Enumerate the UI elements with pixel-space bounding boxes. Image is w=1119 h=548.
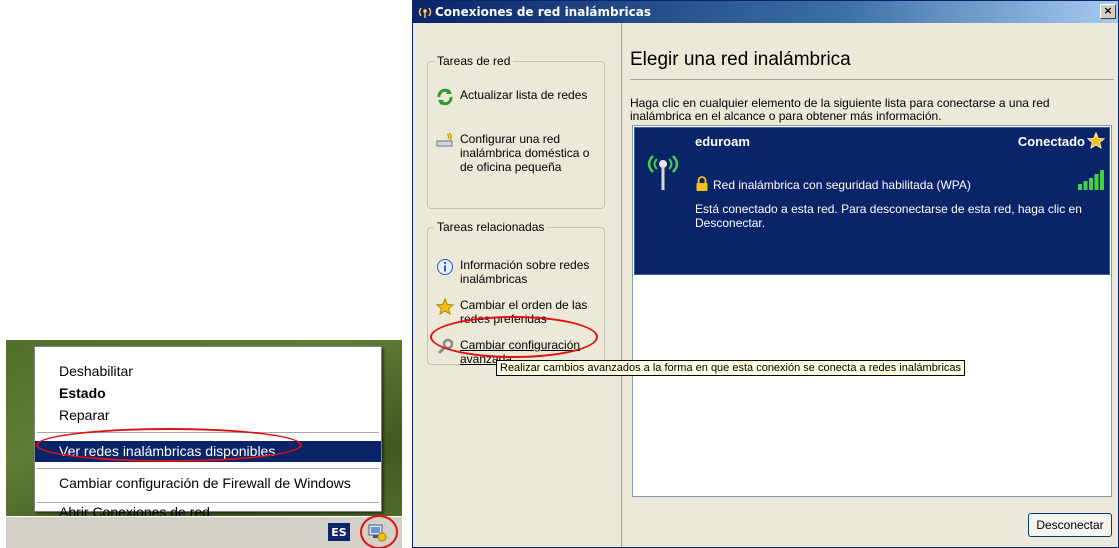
task-label: Actualizar lista de redes [460, 88, 588, 102]
desktop-background: Deshabilitar Estado Reparar Ver redes in… [6, 340, 402, 548]
setup-wireless-network-task[interactable]: Configurar una red inalámbrica doméstica… [436, 132, 602, 174]
language-indicator[interactable]: ES [328, 523, 350, 541]
network-ssid: eduroam [695, 134, 750, 149]
lock-icon [696, 176, 708, 191]
wireless-connections-window: Conexiones de red inalámbricas × Tareas … [412, 0, 1119, 548]
advanced-settings-tooltip: Realizar cambios avanzados a la forma en… [496, 360, 966, 376]
network-description: Está conectado a esta red. Para desconec… [695, 202, 1082, 230]
task-label: Configurar una red inalámbrica doméstica… [460, 132, 590, 174]
refresh-network-list-task[interactable]: Actualizar lista de redes [436, 88, 602, 106]
highlight-ring [36, 428, 302, 462]
heading-rule [630, 79, 1114, 80]
menu-separator [37, 502, 379, 503]
network-list[interactable]: eduroam Conectado Red inalámbrica con se… [632, 125, 1112, 497]
menu-separator [37, 468, 379, 469]
sidebar: Tareas de red Actualizar lista de redes [413, 23, 621, 547]
menu-item-disable[interactable]: Deshabilitar [35, 361, 381, 382]
menu-item-status[interactable]: Estado [35, 383, 381, 404]
wireless-icon [418, 7, 432, 18]
highlight-ring [430, 316, 598, 358]
title-bar[interactable]: Conexiones de red inalámbricas × [413, 1, 1118, 23]
wizard-icon [436, 132, 453, 147]
instructions-text: Haga clic en cualquier elemento de la si… [630, 96, 1050, 123]
wireless-antenna-icon [647, 155, 679, 190]
network-tasks-group: Tareas de red Actualizar lista de redes [427, 54, 605, 209]
task-label: Información sobre redes inalámbricas [460, 258, 590, 286]
security-text: Red inalámbrica con seguridad habilitada… [713, 178, 971, 192]
close-button[interactable]: × [1100, 4, 1116, 19]
disconnect-button[interactable]: Desconectar [1028, 513, 1112, 537]
group-title: Tareas relacionadas [434, 220, 548, 234]
menu-item-firewall-settings[interactable]: Cambiar configuración de Firewall de Win… [35, 473, 381, 494]
screenshot-root: Deshabilitar Estado Reparar Ver redes in… [0, 0, 1119, 548]
close-icon: × [1103, 4, 1113, 17]
highlight-ring [360, 515, 398, 548]
main-pane: Elegir una red inalámbrica Haga clic en … [622, 23, 1118, 547]
star-icon [436, 298, 454, 316]
wireless-info-task[interactable]: Información sobre redes inalámbricas [436, 258, 602, 286]
taskbar: ES [6, 515, 402, 548]
page-title: Elegir una red inalámbrica [630, 49, 851, 70]
button-label: Desconectar [1036, 518, 1104, 532]
network-list-item-selected[interactable]: eduroam Conectado Red inalámbrica con se… [634, 127, 1110, 275]
group-title: Tareas de red [434, 54, 514, 68]
menu-item-repair[interactable]: Reparar [35, 405, 381, 426]
refresh-icon [437, 88, 453, 106]
info-icon [437, 259, 453, 275]
signal-strength-icon [1078, 170, 1104, 190]
window-title: Conexiones de red inalámbricas [435, 5, 652, 19]
connection-status: Conectado [1017, 134, 1085, 149]
preferred-star-icon [1087, 132, 1105, 150]
